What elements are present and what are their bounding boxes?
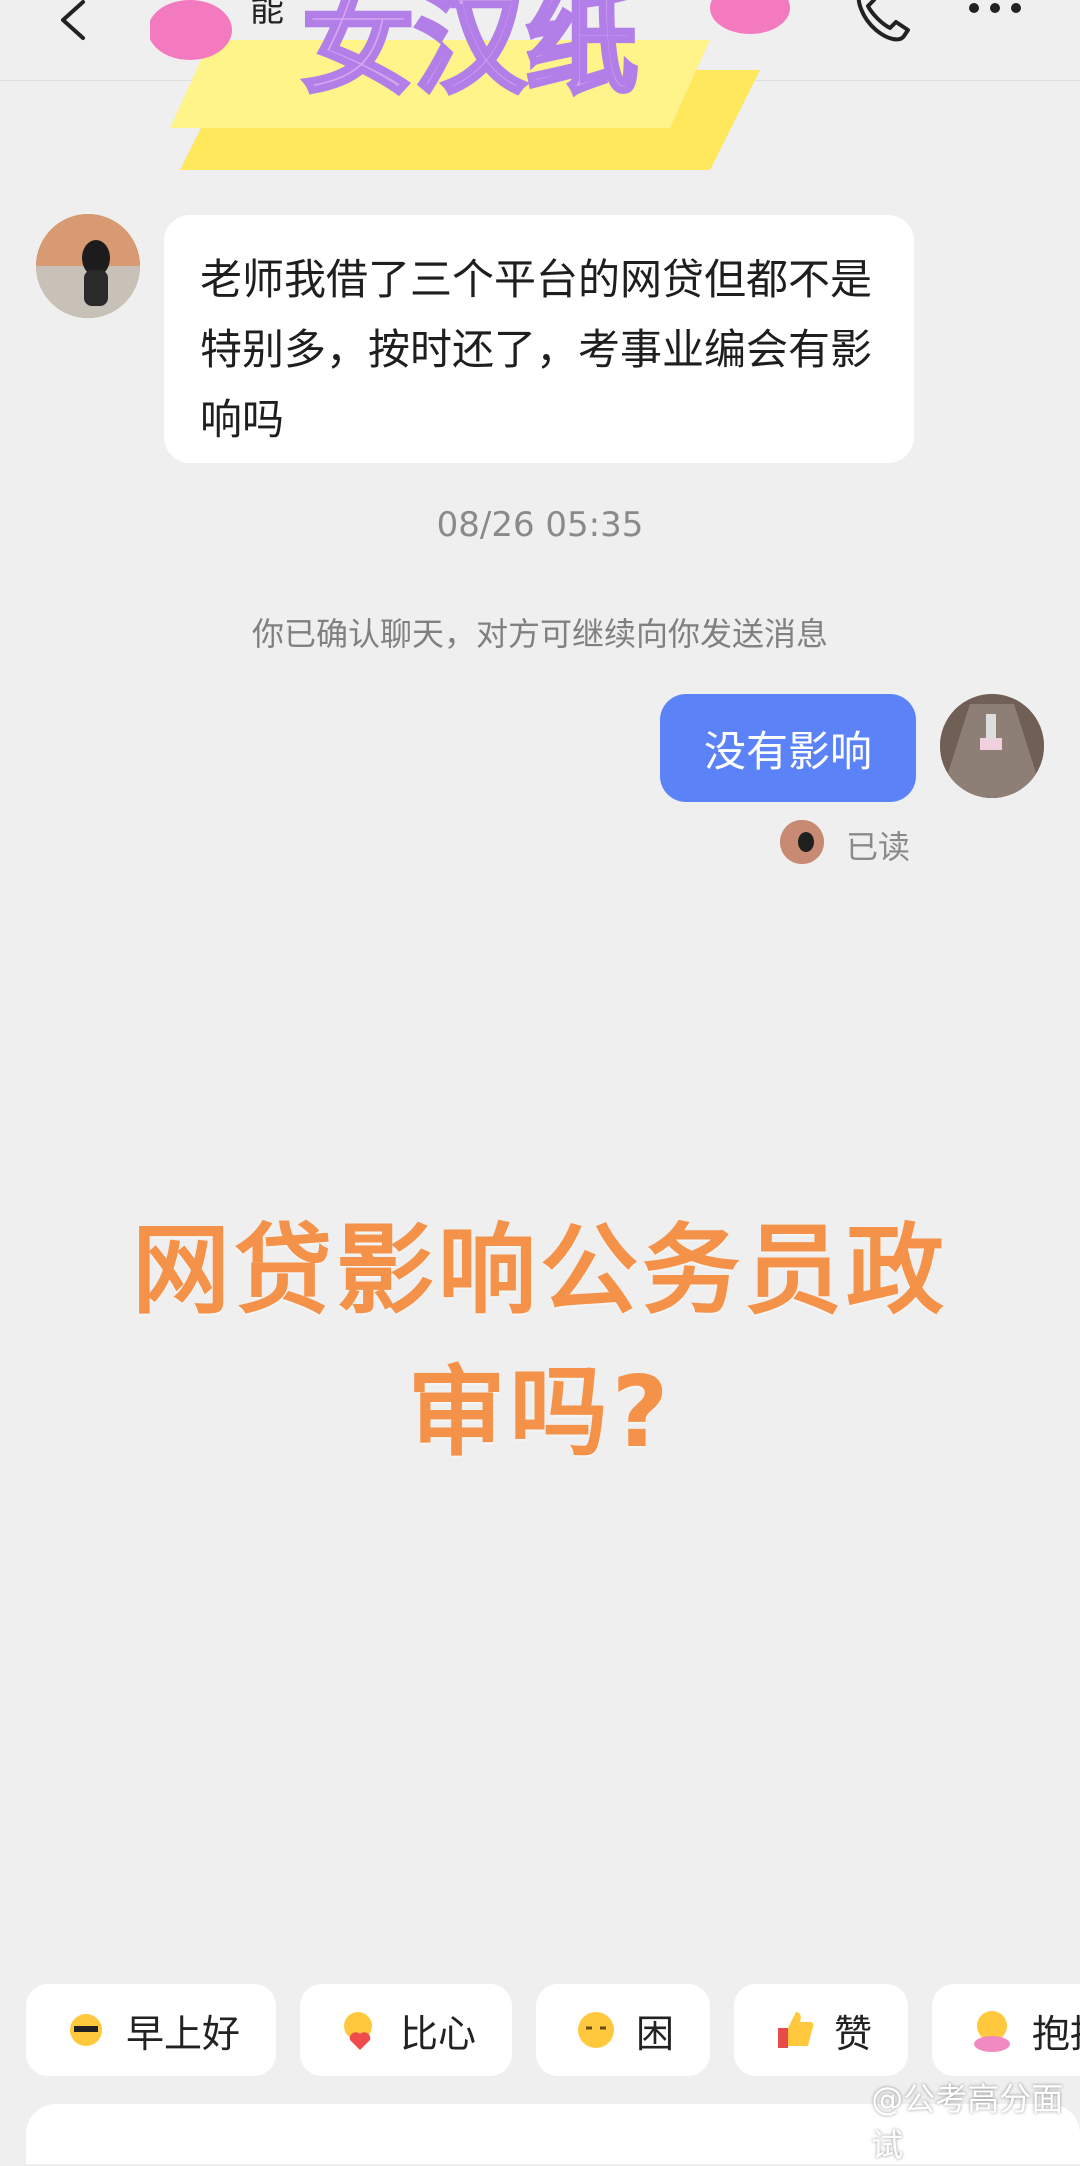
lips-sticker-left bbox=[150, 0, 232, 60]
sleepy-face-icon bbox=[578, 2012, 614, 2048]
my-avatar[interactable] bbox=[940, 694, 1044, 798]
message-timestamp: 08/26 05:35 bbox=[436, 505, 644, 545]
quick-reply-heart[interactable]: 比心 bbox=[300, 1984, 512, 2076]
quick-reply-label: 抱抱 bbox=[1032, 2011, 1080, 2056]
sticker-text: 女汉纸 bbox=[302, 0, 638, 109]
quick-reply-good-morning[interactable]: 早上好 bbox=[26, 1984, 276, 2076]
read-status: 已读 bbox=[846, 828, 911, 866]
hug-icon bbox=[974, 2011, 1010, 2052]
quick-reply-bar: 早上好 比心 困 赞 抱抱 bbox=[0, 1984, 1080, 2080]
heart-hands-icon bbox=[344, 2012, 372, 2050]
system-notice: 你已确认聊天，对方可继续向你发送消息 bbox=[251, 615, 828, 653]
caption-line-1: 网贷影响公务员政 bbox=[131, 1214, 948, 1328]
quick-reply-label: 赞 bbox=[834, 2011, 873, 2056]
phone-call-icon[interactable] bbox=[842, 0, 922, 50]
quick-reply-sleepy[interactable]: 困 bbox=[536, 1984, 710, 2076]
watermark: @公考高分面试 bbox=[828, 2074, 1080, 2166]
caption-line-2: 审吗? bbox=[407, 1356, 673, 1470]
more-options-icon[interactable] bbox=[960, 0, 1030, 40]
quick-reply-label: 困 bbox=[636, 2011, 675, 2056]
overlay-caption: 网贷影响公务员政 审吗? bbox=[100, 1200, 980, 1484]
quick-reply-label: 早上好 bbox=[126, 2011, 241, 2056]
sun-sunglasses-icon bbox=[70, 2014, 102, 2046]
weibo-logo-icon bbox=[829, 2108, 865, 2134]
sticker-banner: 女汉纸 bbox=[150, 0, 790, 170]
incoming-message-bubble[interactable]: 老师我借了三个平台的网贷但都不是特别多，按时还了，考事业编会有影响吗 bbox=[164, 215, 914, 463]
outgoing-message-bubble[interactable]: 没有影响 bbox=[660, 694, 916, 802]
back-arrow-icon[interactable] bbox=[45, 0, 105, 50]
watermark-text: @公考高分面试 bbox=[871, 2080, 1064, 2164]
quick-reply-like[interactable]: 赞 bbox=[734, 1984, 908, 2076]
lips-sticker-right bbox=[710, 0, 790, 34]
thumbs-up-icon bbox=[778, 2012, 814, 2048]
sender-avatar[interactable] bbox=[36, 214, 140, 318]
quick-reply-hug[interactable]: 抱抱 bbox=[932, 1984, 1080, 2076]
read-receipt-avatar bbox=[780, 820, 824, 864]
quick-reply-label: 比心 bbox=[400, 2011, 477, 2056]
